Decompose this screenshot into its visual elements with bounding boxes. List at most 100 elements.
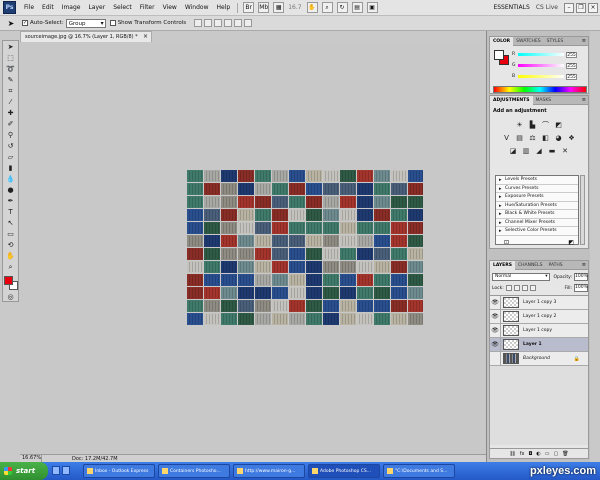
- menu-image[interactable]: Image: [58, 0, 85, 16]
- opacity-field[interactable]: 100%: [574, 273, 588, 281]
- green-channel-value[interactable]: 255: [566, 62, 577, 69]
- crop-tool-icon[interactable]: ⌗: [4, 86, 17, 96]
- preset-item[interactable]: Hue/Saturation Presets: [496, 202, 578, 210]
- exposure-icon[interactable]: ◩: [554, 121, 564, 130]
- quick-selection-tool-icon[interactable]: ✎: [4, 75, 17, 85]
- eye-icon[interactable]: 👁: [490, 324, 501, 337]
- container-stack-image[interactable]: [187, 170, 423, 326]
- new-adjustment-icon[interactable]: ◩: [568, 239, 574, 247]
- mini-bridge-icon[interactable]: Mb: [258, 2, 270, 13]
- blue-channel-slider[interactable]: [518, 75, 564, 78]
- menu-view[interactable]: View: [159, 0, 181, 16]
- lock-pixels-icon[interactable]: [513, 285, 520, 291]
- align-center-icon[interactable]: [234, 19, 243, 27]
- invert-icon[interactable]: ◪: [508, 147, 518, 156]
- align-left-icon[interactable]: [224, 19, 233, 27]
- levels-icon[interactable]: ▙: [528, 121, 538, 130]
- preset-item[interactable]: Levels Presets: [496, 176, 578, 185]
- tab-swatches[interactable]: SWATCHES: [513, 37, 544, 46]
- gradient-map-icon[interactable]: ▬: [547, 147, 557, 156]
- color-spectrum-bar[interactable]: [493, 86, 587, 93]
- new-layer-icon[interactable]: ▢: [554, 451, 559, 457]
- brightness-contrast-icon[interactable]: ☀: [515, 121, 525, 130]
- tab-channels[interactable]: CHANNELS: [515, 261, 546, 270]
- lock-all-icon[interactable]: [529, 285, 536, 291]
- align-bottom-icon[interactable]: [214, 19, 223, 27]
- hue-saturation-icon[interactable]: ▤: [515, 134, 525, 143]
- pen-tool-icon[interactable]: ✒: [4, 196, 17, 206]
- vibrance-icon[interactable]: V: [502, 134, 512, 143]
- screen-mode-icon[interactable]: ▣: [366, 2, 378, 13]
- workspace-switcher[interactable]: ESSENTIALS: [493, 4, 532, 11]
- move-tool-icon[interactable]: ➤: [4, 42, 17, 52]
- healing-brush-tool-icon[interactable]: ✚: [4, 108, 17, 118]
- taskbar-item[interactable]: http://www.mairon-g...: [233, 464, 305, 478]
- tab-color[interactable]: COLOR: [490, 36, 514, 46]
- blur-tool-icon[interactable]: 💧: [4, 174, 17, 184]
- tab-paths[interactable]: PATHS: [546, 261, 566, 270]
- color-swatches[interactable]: [3, 276, 18, 290]
- hand-tool-icon[interactable]: ✋: [306, 2, 318, 13]
- type-tool-icon[interactable]: T: [4, 207, 17, 217]
- arrange-documents-icon[interactable]: ▤: [351, 2, 363, 13]
- tab-close-icon[interactable]: ×: [143, 32, 148, 42]
- hand-tool-icon[interactable]: ✋: [4, 251, 17, 261]
- taskbar-item[interactable]: Inbox - Outlook Express: [83, 464, 155, 478]
- brush-tool-icon[interactable]: ✐: [4, 119, 17, 129]
- blend-mode-dropdown[interactable]: Normal: [492, 273, 550, 281]
- photo-filter-icon[interactable]: ◕: [554, 134, 564, 143]
- black-white-icon[interactable]: ◧: [541, 134, 551, 143]
- eye-icon[interactable]: 👁: [490, 296, 501, 309]
- foreground-color-swatch[interactable]: [3, 276, 13, 285]
- menu-select[interactable]: Select: [109, 0, 136, 16]
- menu-layer[interactable]: Layer: [84, 0, 109, 16]
- path-selection-tool-icon[interactable]: ↖: [4, 218, 17, 228]
- zoom-level[interactable]: 16.7: [288, 4, 301, 11]
- eraser-tool-icon[interactable]: ▱: [4, 152, 17, 162]
- delete-layer-icon[interactable]: 🗑: [562, 451, 568, 457]
- preset-item[interactable]: Exposure Presets: [496, 193, 578, 202]
- taskbar-item[interactable]: Containers Photosho...: [158, 464, 230, 478]
- extras-icon[interactable]: ▦: [273, 2, 285, 13]
- link-layers-icon[interactable]: ⛓: [509, 451, 515, 457]
- tab-styles[interactable]: STYLES: [544, 37, 567, 46]
- preset-item[interactable]: Black & White Presets: [496, 210, 578, 219]
- menu-filter[interactable]: Filter: [136, 0, 159, 16]
- quick-launch-icon[interactable]: [52, 466, 60, 475]
- start-button[interactable]: start: [0, 462, 48, 480]
- rotate-view-icon[interactable]: ↻: [336, 2, 348, 13]
- zoom-tool-icon[interactable]: ⌕: [321, 2, 333, 13]
- auto-select-dropdown[interactable]: Group: [65, 18, 106, 28]
- tab-layers[interactable]: LAYERS: [490, 260, 515, 270]
- preset-item[interactable]: Channel Mixer Presets: [496, 219, 578, 227]
- red-channel-slider[interactable]: [518, 53, 564, 56]
- clip-to-layer-icon[interactable]: ⊡: [504, 239, 509, 247]
- shape-tool-icon[interactable]: ▭: [4, 229, 17, 239]
- bridge-icon[interactable]: Br: [243, 2, 255, 13]
- zoom-tool-icon[interactable]: ⌕: [4, 262, 17, 272]
- layer-row[interactable]: 👁 Layer 1 copy 2: [490, 310, 588, 324]
- auto-select-checkbox[interactable]: ✓: [22, 20, 28, 26]
- dodge-tool-icon[interactable]: ●: [4, 185, 17, 195]
- menu-window[interactable]: Window: [181, 0, 213, 16]
- history-brush-tool-icon[interactable]: ↺: [4, 141, 17, 151]
- cs-live-button[interactable]: CS Live: [536, 4, 558, 11]
- add-mask-icon[interactable]: ◘: [528, 451, 532, 457]
- selective-color-icon[interactable]: ✕: [560, 147, 570, 156]
- blue-channel-value[interactable]: 255: [566, 73, 577, 80]
- curves-icon[interactable]: ⌒: [541, 121, 551, 130]
- channel-mixer-icon[interactable]: ❖: [567, 134, 577, 143]
- layer-row[interactable]: 👁 Layer 1 copy 3: [490, 296, 588, 310]
- close-icon[interactable]: ×: [588, 2, 598, 13]
- align-top-icon[interactable]: [194, 19, 203, 27]
- preset-item[interactable]: Selective Color Presets: [496, 227, 578, 236]
- menu-file[interactable]: File: [20, 0, 38, 16]
- eye-icon-hidden[interactable]: [490, 352, 501, 365]
- clone-stamp-tool-icon[interactable]: ⚲: [4, 130, 17, 140]
- layer-row[interactable]: 👁 Layer 1 copy: [490, 324, 588, 338]
- eyedropper-tool-icon[interactable]: ⁄: [4, 97, 17, 107]
- posterize-icon[interactable]: ▥: [521, 147, 531, 156]
- minimize-icon[interactable]: –: [564, 2, 574, 13]
- red-channel-value[interactable]: 255: [566, 51, 577, 58]
- fill-field[interactable]: 100%: [574, 284, 588, 292]
